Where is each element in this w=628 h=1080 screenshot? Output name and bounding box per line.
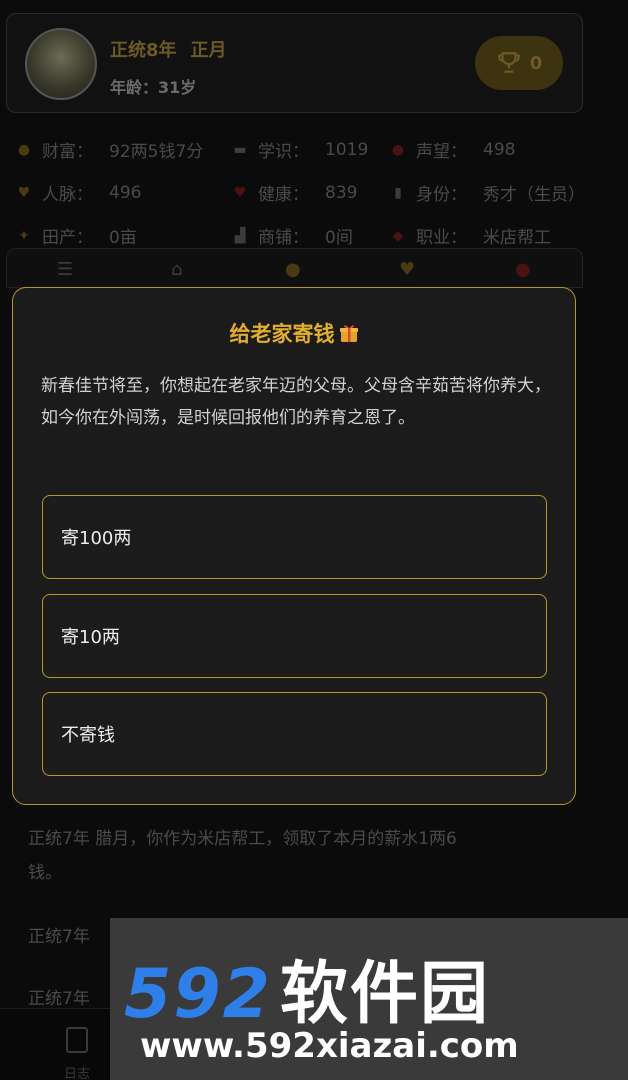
journal-tab-label[interactable]: 日志	[64, 1063, 90, 1080]
log-entry-cont: 钱。	[28, 863, 62, 883]
stats-row: ♥ 人脉： 496 ♥ 健康： 839 ▮ 身份： 秀才（生员）	[14, 171, 614, 214]
trophy-count: 0	[529, 52, 543, 74]
player-stats: ● 财富： 92两5钱7分 ▬ 学识： 1019 ● 声望： 498 ♥ 人脉：…	[14, 128, 614, 257]
stat-shops: ▟ 商铺： 0间	[230, 223, 388, 249]
money-bag-icon: ●	[17, 141, 31, 158]
money-icon[interactable]: ●	[285, 259, 301, 280]
player-header-card: 正统8年 正月 年龄：31岁 0	[6, 13, 583, 113]
log-entry: 正统7年 腊月，你作为米店帮工，领取了本月的薪水1两6	[28, 829, 457, 849]
date-title: 正统8年 正月	[110, 36, 227, 62]
list-icon[interactable]: ☰	[57, 259, 73, 280]
stat-identity: ▮ 身份： 秀才（生员）	[388, 180, 585, 206]
month-text: 正月	[190, 40, 227, 61]
age-text: 年龄：31岁	[110, 78, 197, 97]
trophy-icon	[497, 52, 520, 73]
dialog-description: 新春佳节将至，你想起在老家年迈的父母。父母含辛茹苦将你养大，如今你在外闯荡，是时…	[41, 376, 551, 428]
stat-reputation: ● 声望： 498	[388, 137, 516, 163]
stat-occupation: ◆ 职业： 米店帮工	[388, 223, 551, 249]
trophy-button[interactable]: 0	[475, 36, 563, 90]
book-icon: ▬	[233, 141, 247, 158]
job-icon: ◆	[392, 227, 404, 244]
stat-farmland: ✦ 田产： 0亩	[14, 223, 230, 249]
house-icon[interactable]: ⌂	[171, 259, 182, 280]
farmland-icon: ✦	[18, 227, 30, 244]
send-100-button[interactable]: 寄100两	[42, 495, 547, 579]
reputation-icon: ●	[391, 141, 405, 158]
gift-icon	[339, 325, 358, 342]
action-nav-bar: ☰ ⌂ ● ♥ ●	[6, 248, 583, 288]
watermark-url: www.592xiazai.com	[140, 1026, 519, 1066]
era-text: 正统8年	[110, 40, 177, 61]
watermark-logo: 592 软件园	[124, 955, 490, 1034]
no-send-button[interactable]: 不寄钱	[42, 692, 547, 776]
stat-health: ♥ 健康： 839	[230, 180, 388, 206]
journal-icon[interactable]	[66, 1027, 88, 1053]
watermark: 592 软件园 www.592xiazai.com	[110, 918, 628, 1080]
send-10-button[interactable]: 寄10两	[42, 594, 547, 678]
stat-connections: ♥ 人脉： 496	[14, 180, 230, 206]
health-heart-icon: ♥	[233, 184, 247, 201]
heart-icon[interactable]: ♥	[399, 259, 415, 280]
stats-row: ● 财富： 92两5钱7分 ▬ 学识： 1019 ● 声望： 498	[14, 128, 614, 171]
stat-knowledge: ▬ 学识： 1019	[230, 137, 388, 163]
document-icon: ▮	[394, 184, 402, 201]
stat-wealth: ● 财富： 92两5钱7分	[14, 137, 230, 163]
log-entry: 正统7年	[28, 927, 90, 947]
heart-icon: ♥	[17, 184, 31, 201]
shop-icon: ▟	[234, 227, 246, 244]
dialog-title: 给老家寄钱	[13, 318, 575, 348]
player-avatar	[25, 28, 97, 100]
red-circle-icon[interactable]: ●	[515, 259, 531, 280]
event-dialog: 给老家寄钱 新春佳节将至，你想起在老家年迈的父母。父母含辛茹苦将你养大，如今你在…	[12, 287, 576, 805]
